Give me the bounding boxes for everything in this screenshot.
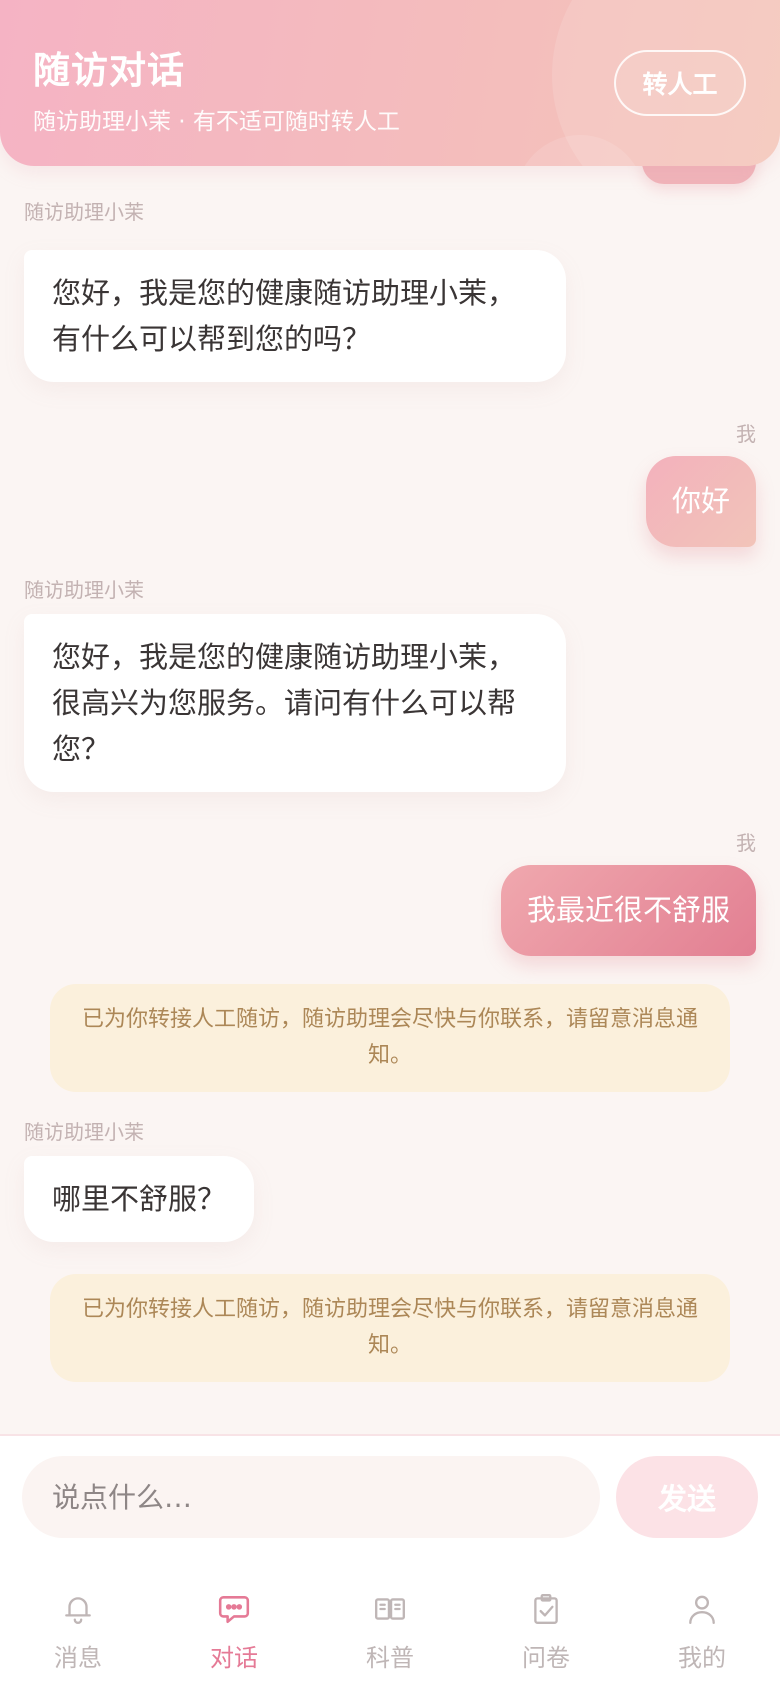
transfer-to-human-button[interactable]: 转人工 xyxy=(614,50,746,116)
message-sender: 随访助理小茉 xyxy=(24,1120,144,1144)
message-sender: 我 xyxy=(736,831,756,855)
tab-label: 对话 xyxy=(210,1644,258,1672)
user-message-bubble: 我最近很不舒服 xyxy=(500,865,756,956)
bottom-tab-bar: 消息 对话 科普 问卷 我的 xyxy=(0,1558,780,1688)
tab-profile[interactable]: 我的 xyxy=(624,1558,780,1688)
bot-message-bubble: 您好，我是您的健康随访助理小茉，有什么可以帮到您的吗？ xyxy=(24,250,566,382)
user-message-bubble: 你好 xyxy=(645,456,756,547)
send-button[interactable]: 发送 xyxy=(616,1456,758,1538)
page-title: 随访对话 xyxy=(33,49,185,92)
bot-message-bubble: 您好，我是您的健康随访助理小茉，很高兴为您服务。请问有什么可以帮您？ xyxy=(24,614,566,792)
tab-label: 消息 xyxy=(54,1644,102,1672)
tab-label: 问卷 xyxy=(522,1644,570,1672)
chat-bubble-icon xyxy=(218,1596,250,1624)
person-icon xyxy=(689,1595,715,1624)
message-sender: 随访助理小茉 xyxy=(24,578,144,602)
message-input[interactable] xyxy=(22,1456,600,1538)
system-notice: 已为你转接人工随访，随访助理会尽快与你联系，请留意消息通知。 xyxy=(50,1274,730,1382)
page-subtitle: 随访助理小茉 · 有不适可随时转人工 xyxy=(33,109,400,135)
tab-science[interactable]: 科普 xyxy=(312,1558,468,1688)
clipboard-check-icon xyxy=(534,1594,558,1624)
page-header: 随访对话 随访助理小茉 · 有不适可随时转人工 转人工 xyxy=(0,0,780,166)
tab-messages[interactable]: 消息 xyxy=(0,1558,156,1688)
message-composer: 发送 xyxy=(0,1434,780,1560)
message-sender: 随访助理小茉 xyxy=(24,200,144,224)
tab-chat[interactable]: 对话 xyxy=(156,1558,312,1688)
message-sender: 我 xyxy=(736,422,756,446)
bell-icon xyxy=(65,1597,91,1624)
tab-questionnaire[interactable]: 问卷 xyxy=(468,1558,624,1688)
book-icon xyxy=(375,1598,405,1620)
tab-label: 科普 xyxy=(366,1644,414,1672)
tab-label: 我的 xyxy=(678,1644,726,1672)
system-notice: 已为你转接人工随访，随访助理会尽快与你联系，请留意消息通知。 xyxy=(50,984,730,1092)
bot-message-bubble: 哪里不舒服？ xyxy=(24,1156,255,1242)
